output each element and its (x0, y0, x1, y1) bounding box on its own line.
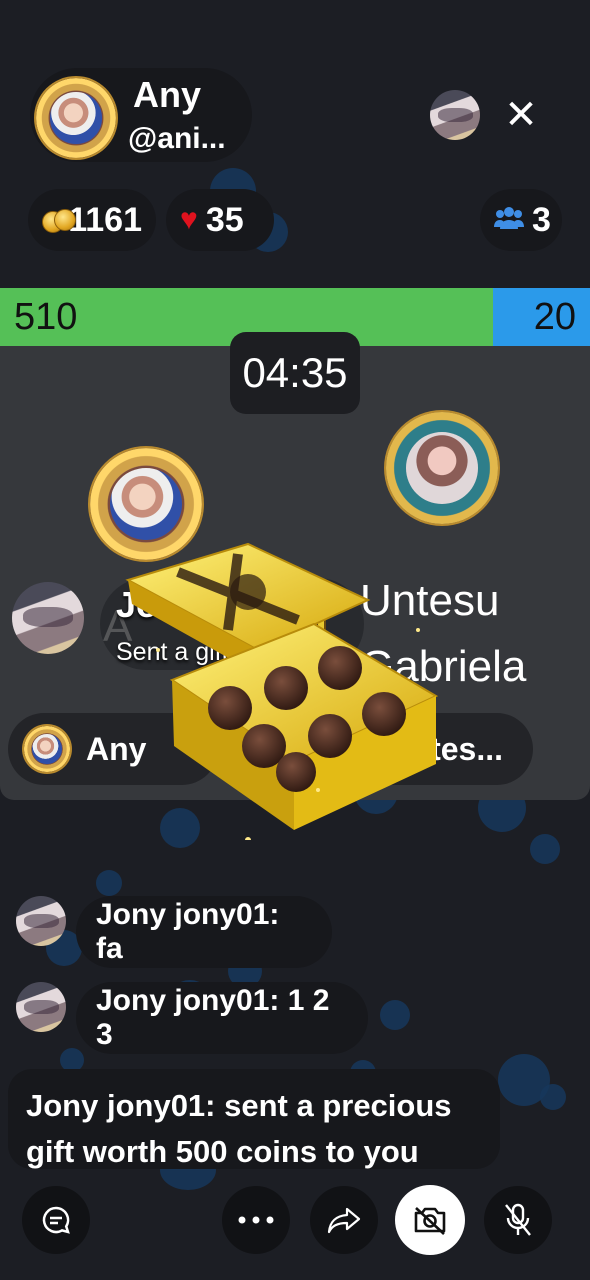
share-icon (327, 1207, 361, 1234)
camera-off-icon (414, 1207, 446, 1235)
chat-message-text: Jony jony01: 1 2 3 (96, 984, 330, 1051)
right-battler-avatar[interactable] (386, 412, 498, 524)
host-avatar[interactable] (36, 78, 116, 158)
host-name: Any (133, 74, 202, 115)
gift-chat-message: Jony jony01: sent a precious gift worth … (8, 1069, 500, 1169)
chat-avatar[interactable] (16, 982, 66, 1032)
camera-toggle-button[interactable] (395, 1185, 465, 1255)
likes-count: 35 (205, 200, 244, 239)
background-bokeh (96, 870, 122, 896)
viewers-count: 3 (532, 200, 551, 239)
viewers-icon (494, 204, 524, 236)
heart-icon: ♥ (180, 203, 198, 236)
left-battler-mini-avatar (24, 726, 70, 772)
mic-off-icon (505, 1203, 531, 1236)
close-icon: ✕ (504, 93, 538, 137)
background-bokeh (530, 834, 560, 864)
chat-icon (42, 1206, 70, 1234)
viewer-avatar[interactable] (430, 90, 480, 140)
coins-stat[interactable]: 1161 (28, 189, 156, 251)
background-bokeh (540, 1084, 566, 1110)
right-team-score: 20 (493, 288, 590, 346)
coins-count: 1161 (68, 200, 142, 239)
coins-icon (42, 206, 76, 234)
gift-sender-avatar[interactable] (12, 582, 84, 654)
more-icon (238, 1216, 274, 1224)
chat-avatar[interactable] (16, 896, 66, 946)
background-bokeh (380, 1000, 410, 1030)
likes-stat[interactable]: ♥ 35 (166, 189, 274, 251)
chat-button[interactable] (22, 1186, 90, 1254)
more-button[interactable] (222, 1186, 290, 1254)
share-button[interactable] (310, 1186, 378, 1254)
close-button[interactable]: ✕ (500, 94, 542, 136)
chat-message: Jony jony01: 1 2 3 (76, 982, 368, 1054)
chat-message-text: Jony jony01: fa (96, 898, 280, 965)
chat-message: Jony jony01: fa (76, 896, 332, 968)
mic-toggle-button[interactable] (484, 1186, 552, 1254)
viewers-stat[interactable]: 3 (480, 189, 562, 251)
host-handle: @ani... (128, 122, 226, 155)
chocolate-box-gift-animation (125, 542, 439, 840)
battle-timer: 04:35 (230, 332, 360, 414)
